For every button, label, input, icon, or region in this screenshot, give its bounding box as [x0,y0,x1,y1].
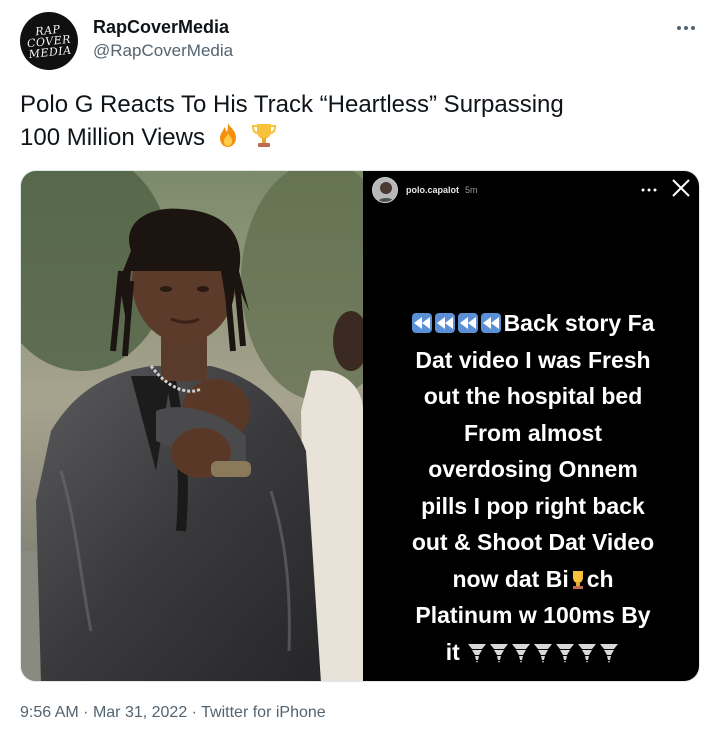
story-close-icon[interactable] [671,177,691,199]
author-handle[interactable]: @RapCoverMedia [93,40,233,62]
tweet-media[interactable]: polo.capalot 5m Back story Fa Dat video … [20,170,700,682]
story-username[interactable]: polo.capalot [406,185,459,195]
instagram-story: polo.capalot 5m Back story Fa Dat video … [363,171,699,681]
more-horizontal-icon [677,26,695,30]
story-line-text: Back story Fa [503,310,655,336]
trophy-emoji-icon [572,570,583,589]
tornado-emoji-icon [534,643,553,663]
tornado-emoji-icon [556,643,575,663]
story-line: Dat video I was Fresh [415,346,651,373]
story-line: From almost [463,419,603,446]
rapcovermedia-logo: RAP COVER MEDIA [25,22,73,61]
tweet-time[interactable]: 9:56 AM [20,704,79,721]
story-avatar[interactable] [372,177,398,203]
story-line: overdosing Onnem [428,456,638,482]
story-more-icon[interactable] [641,181,657,195]
story-line: it [383,634,683,671]
author-names: RapCoverMedia @RapCoverMedia [93,16,233,62]
story-line: out & Shoot Dat Video [411,529,655,555]
story-line-text: now dat Bi [452,565,569,592]
story-line: out the hospital bed [423,383,643,409]
tweet-header: RAP COVER MEDIA RapCoverMedia @RapCoverM… [20,12,700,72]
tweet-meta: 9:56 AM · Mar 31, 2022 · Twitter for iPh… [20,703,326,723]
polo-g-photo[interactable] [21,171,363,682]
story-line-text: it [445,638,460,665]
fire-emoji-icon [219,123,236,147]
more-horizontal-icon [641,188,657,192]
tornado-emoji-icon [600,643,619,663]
tornado-emoji-icon [512,643,531,663]
story-time: 5m [465,185,478,195]
tweet-text-line: Polo G Reacts To His Track “Heartless” S… [20,91,564,118]
tweet: RAP COVER MEDIA RapCoverMedia @RapCoverM… [0,0,720,745]
tweet-source[interactable]: Twitter for iPhone [201,704,326,721]
logo-line: MEDIA [28,43,73,61]
story-line: Back story Fa [383,305,683,342]
rewind-emoji-icon [480,313,501,333]
story-line: pills I pop right back [421,492,645,519]
story-user[interactable]: polo.capalot 5m [372,176,478,204]
trophy-emoji-icon [252,124,277,147]
rewind-emoji-icon [457,313,478,333]
tornado-emoji-row [466,639,620,665]
story-caption: Back story Fa Dat video I was Fresh out … [383,305,683,670]
author-avatar[interactable]: RAP COVER MEDIA [20,12,78,70]
tweet-text-line: 100 Million Views [20,124,205,151]
tweet-date[interactable]: Mar 31, 2022 [93,704,187,721]
meta-separator: · [83,704,89,721]
story-line-text: ch [586,565,614,592]
tweet-text: Polo G Reacts To His Track “Heartless” S… [20,88,700,154]
story-line: Platinum w 100ms By [415,602,651,628]
tornado-emoji-icon [468,643,487,663]
rewind-emoji-icon [434,313,455,333]
story-avatar-image [373,178,397,202]
story-line: now dat Bi ch [383,561,683,598]
tornado-emoji-icon [578,643,597,663]
rewind-emoji-icon [411,313,432,333]
author-display-name[interactable]: RapCoverMedia [93,16,233,38]
tornado-emoji-icon [490,643,509,663]
more-options-button[interactable] [672,16,700,40]
meta-separator: · [191,704,197,721]
